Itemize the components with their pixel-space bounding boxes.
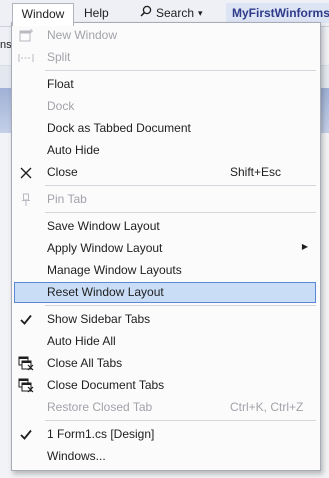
menu-item-label: Save Window Layout — [47, 219, 160, 233]
new-window-icon — [16, 26, 36, 45]
menu-item-shortcut: Ctrl+K, Ctrl+Z — [230, 400, 304, 414]
menu-item-label: Split — [47, 50, 71, 64]
menu-item-label: Auto Hide — [47, 143, 100, 157]
menu-item-apply-window-layout[interactable]: Apply Window Layout ▶ — [14, 238, 316, 259]
menu-item-new-window: New Window — [14, 25, 316, 46]
toolbar-side-text: ns — [0, 39, 12, 51]
menu-item-close-document-tabs[interactable]: Close Document Tabs — [14, 375, 316, 396]
menu-item-label: 1 Form1.cs [Design] — [47, 427, 155, 441]
close-document-tabs-icon — [16, 376, 36, 395]
menu-item-save-window-layout[interactable]: Save Window Layout — [14, 216, 316, 237]
pin-icon — [16, 190, 36, 209]
menu-item-label: Restore Closed Tab — [47, 400, 153, 414]
menu-item-reset-window-layout[interactable]: Reset Window Layout — [14, 282, 316, 303]
menu-item-label: Apply Window Layout — [47, 241, 163, 255]
submenu-arrow-icon: ▶ — [301, 242, 308, 251]
menu-item-label: New Window — [47, 28, 118, 42]
menu-item-restore-closed-tab: Restore Closed Tab Ctrl+K, Ctrl+Z — [14, 397, 316, 418]
close-icon — [16, 163, 36, 182]
menu-item-label: Float — [47, 77, 74, 91]
checkmark-icon — [16, 310, 36, 329]
search-menu[interactable]: Search ▾ — [134, 4, 209, 22]
menu-item-auto-hide[interactable]: Auto Hide — [14, 140, 316, 161]
help-menu[interactable]: Help — [78, 4, 115, 22]
chevron-down-icon: ▾ — [198, 8, 203, 18]
menu-item-dock-as-tabbed-document[interactable]: Dock as Tabbed Document — [14, 118, 316, 139]
menu-item-close-all-tabs[interactable]: Close All Tabs — [14, 353, 316, 374]
window-menu[interactable]: Window — [12, 3, 74, 26]
search-icon — [140, 4, 152, 22]
menu-item-label: Windows... — [47, 449, 106, 463]
menu-separator — [45, 212, 316, 213]
menu-item-split: Split — [14, 47, 316, 68]
menu-item-label: Close Document Tabs — [47, 378, 165, 392]
menu-item-label: Close — [47, 165, 78, 179]
menu-item-label: Manage Window Layouts — [47, 263, 182, 277]
solution-title: MyFirstWinforms — [226, 3, 329, 23]
menu-separator — [45, 305, 316, 306]
menu-item-auto-hide-all[interactable]: Auto Hide All — [14, 331, 316, 352]
menu-separator — [45, 185, 316, 186]
menu-item-shortcut: Shift+Esc — [230, 165, 282, 179]
menu-item-label: Dock — [47, 99, 75, 113]
split-icon — [16, 48, 36, 67]
menu-item-float[interactable]: Float — [14, 74, 316, 95]
menu-item-label: Auto Hide All — [47, 334, 116, 348]
menu-item-close[interactable]: Close Shift+Esc — [14, 162, 316, 183]
menu-item-show-sidebar-tabs[interactable]: Show Sidebar Tabs — [14, 309, 316, 330]
checkmark-icon — [16, 425, 36, 444]
menu-item-label: Pin Tab — [47, 192, 87, 206]
search-label: Search — [156, 6, 195, 20]
menu-item-windows[interactable]: Windows... — [14, 446, 316, 467]
menu-item-manage-window-layouts[interactable]: Manage Window Layouts — [14, 260, 316, 281]
menu-item-open-window-form1[interactable]: 1 Form1.cs [Design] — [14, 424, 316, 445]
menu-item-label: Dock as Tabbed Document — [47, 121, 191, 135]
window-dropdown-menu: New Window Split Float Dock Dock as Tabb… — [11, 22, 321, 471]
menu-separator — [45, 420, 316, 421]
menu-item-label: Close All Tabs — [47, 356, 123, 370]
menu-item-label: Show Sidebar Tabs — [47, 312, 151, 326]
menu-item-dock: Dock — [14, 96, 316, 117]
menu-item-pin-tab: Pin Tab — [14, 189, 316, 210]
menu-separator — [45, 70, 316, 71]
close-all-tabs-icon — [16, 354, 36, 373]
menu-item-label: Reset Window Layout — [47, 285, 164, 299]
